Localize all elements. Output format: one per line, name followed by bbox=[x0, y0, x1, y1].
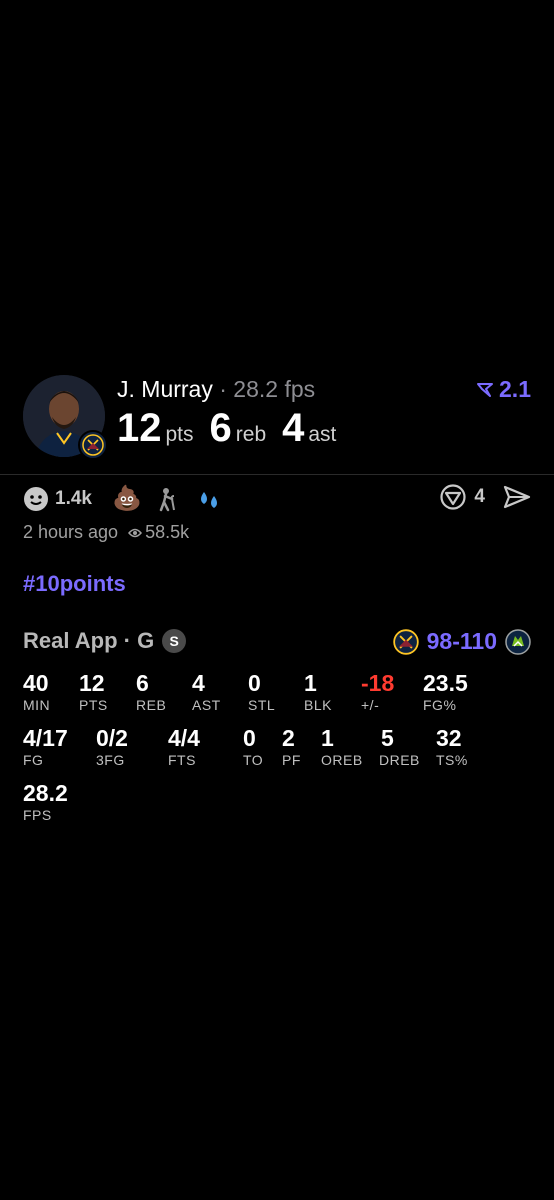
stat-cell-reb: 6 REB bbox=[136, 670, 167, 713]
timberwolves-logo-icon bbox=[505, 628, 531, 655]
stat-cell-fts: 4/4 FTS bbox=[168, 725, 200, 768]
hashtag-link[interactable]: #10points bbox=[23, 571, 126, 597]
player-header: J. Murray · 28.2 fps bbox=[117, 376, 315, 403]
stat-cell-to: 0 TO bbox=[243, 725, 264, 768]
stat-cell-pts: 12 PTS bbox=[79, 670, 108, 713]
stat-reb: 6 reb bbox=[209, 406, 267, 450]
poop-reaction-icon[interactable]: 💩 bbox=[112, 484, 142, 513]
stat-cell-3fg: 0/2 3FG bbox=[96, 725, 128, 768]
rating-value: 2.1 bbox=[499, 376, 531, 402]
separator: · bbox=[219, 376, 227, 402]
action-bar: 4 bbox=[440, 484, 531, 510]
time-ago: 2 hours ago bbox=[23, 522, 119, 542]
stat-cell-fps: 28.2 FPS bbox=[23, 780, 68, 823]
stat-cell-fg-pct: 23.5 FG% bbox=[423, 670, 468, 713]
views: 58.5k bbox=[128, 522, 189, 543]
stat-cell-ts-pct: 32 TS% bbox=[436, 725, 468, 768]
smile-count: 1.4k bbox=[55, 487, 92, 509]
comment-icon bbox=[440, 484, 467, 510]
s-badge: S bbox=[162, 629, 187, 653]
stat-cell-oreb: 1 OREB bbox=[321, 725, 363, 768]
stat-cell-ast: 4 AST bbox=[192, 670, 221, 713]
game-header: Real App · G S bbox=[23, 628, 187, 654]
player-statline: 12 pts 6 reb 4 ast bbox=[117, 406, 336, 451]
stat-ast: 4 ast bbox=[282, 406, 337, 450]
rating-badge[interactable]: 2.1 bbox=[477, 376, 531, 403]
score-text: 98-110 bbox=[426, 628, 497, 654]
cane-person-icon[interactable] bbox=[156, 486, 182, 512]
eye-icon bbox=[128, 528, 143, 537]
view-count: 58.5k bbox=[145, 522, 190, 542]
stat-cell-min: 40 MIN bbox=[23, 670, 51, 713]
player-name[interactable]: J. Murray bbox=[117, 376, 213, 402]
smile-icon bbox=[24, 486, 48, 511]
sweat-drops-icon[interactable] bbox=[196, 486, 222, 512]
stat-cell-fg: 4/17 FG bbox=[23, 725, 68, 768]
stat-pts: 12 pts bbox=[117, 406, 194, 450]
stat-cell-plus-minus: -18 +/- bbox=[361, 670, 395, 713]
stat-cell-dreb: 5 DREB bbox=[379, 725, 420, 768]
nuggets-logo-icon bbox=[392, 628, 419, 655]
game-score[interactable]: 98-110 bbox=[392, 628, 531, 655]
smile-reaction[interactable]: 1.4k bbox=[23, 486, 92, 512]
nuggets-logo-icon bbox=[78, 430, 108, 460]
divider bbox=[0, 474, 554, 475]
stat-cell-stl: 0 STL bbox=[248, 670, 276, 713]
send-icon[interactable] bbox=[503, 484, 531, 510]
post-meta: 2 hours ago 58.5k bbox=[23, 522, 189, 543]
comments-button[interactable]: 4 bbox=[440, 484, 485, 510]
stat-cell-blk: 1 BLK bbox=[304, 670, 332, 713]
flag-arrow-icon bbox=[477, 382, 494, 397]
comment-count: 4 bbox=[474, 486, 485, 507]
reaction-bar: 1.4k 💩 bbox=[23, 484, 222, 513]
stat-cell-pf: 2 PF bbox=[282, 725, 301, 768]
game-title: Real App · G bbox=[23, 628, 155, 653]
player-fps: 28.2 fps bbox=[233, 376, 316, 402]
